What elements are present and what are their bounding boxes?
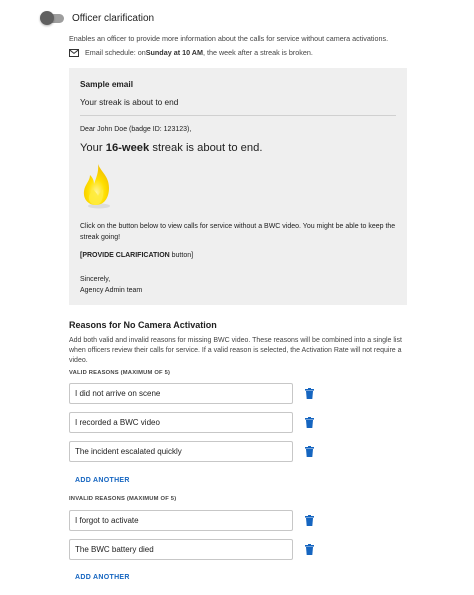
email-schedule-prefix: Email schedule: on xyxy=(85,48,146,57)
email-schedule-suffix: , the week after a streak is broken. xyxy=(202,48,313,57)
valid-reason-row xyxy=(69,441,314,462)
trash-icon xyxy=(304,417,314,428)
trash-icon xyxy=(304,388,314,399)
email-schedule: Email schedule: on Sunday at 10 AM, the … xyxy=(69,48,313,57)
delete-valid-reason-button[interactable] xyxy=(304,388,314,400)
button-placeholder-bold: [PROVIDE CLARIFICATION xyxy=(80,252,170,259)
add-invalid-reason-button[interactable]: ADD ANOTHER xyxy=(75,574,130,581)
delete-valid-reason-button[interactable] xyxy=(304,446,314,458)
sample-email-button-placeholder: [PROVIDE CLARIFICATION button] xyxy=(80,252,193,259)
add-valid-reason-button[interactable]: ADD ANOTHER xyxy=(75,477,130,484)
delete-invalid-reason-button[interactable] xyxy=(304,515,314,527)
valid-reason-row xyxy=(69,383,314,404)
sample-email-streak-heading: Your 16-week streak is about to end. xyxy=(80,142,262,154)
sample-email-title: Sample email xyxy=(80,79,134,89)
valid-reasons-label: VALID REASONS (MAXIMUM OF 5) xyxy=(69,370,171,376)
invalid-reason-input[interactable] xyxy=(69,510,293,531)
invalid-reasons-label: INVALID REASONS (MAXIMUM OF 5) xyxy=(69,496,177,502)
flame-icon xyxy=(83,164,110,209)
valid-reason-input[interactable] xyxy=(69,383,293,404)
sample-email-body: Click on the button below to view calls … xyxy=(80,223,396,241)
officer-clarification-toggle[interactable] xyxy=(40,11,64,25)
feature-description: Enables an officer to provide more infor… xyxy=(69,34,389,43)
toggle-label: Officer clarification xyxy=(72,12,155,24)
sample-email-subject: Your streak is about to end xyxy=(80,97,179,107)
button-placeholder-suffix: button] xyxy=(169,252,194,259)
valid-reason-input[interactable] xyxy=(69,441,293,462)
delete-valid-reason-button[interactable] xyxy=(304,417,314,429)
invalid-reason-row xyxy=(69,510,314,531)
trash-icon xyxy=(304,544,314,555)
trash-icon xyxy=(304,446,314,457)
trash-icon xyxy=(304,515,314,526)
reasons-title: Reasons for No Camera Activation xyxy=(69,320,217,330)
streak-suffix: streak is about to end. xyxy=(149,142,263,154)
envelope-icon xyxy=(69,48,79,57)
valid-reason-input[interactable] xyxy=(69,412,293,433)
streak-prefix: Your xyxy=(80,142,106,154)
invalid-reason-row xyxy=(69,539,314,560)
sample-email-signoff: Sincerely, xyxy=(80,276,111,283)
sample-email-greeting: Dear John Doe (badge ID: 123123), xyxy=(80,126,192,133)
toggle-thumb xyxy=(40,11,54,25)
invalid-reason-input[interactable] xyxy=(69,539,293,560)
officer-clarification-toggle-row: Officer clarification xyxy=(40,11,154,25)
sample-email-panel: Sample email Your streak is about to end… xyxy=(69,68,407,305)
reasons-description: Add both valid and invalid reasons for m… xyxy=(69,337,402,364)
email-schedule-day-time: Sunday at 10 AM xyxy=(145,48,203,57)
sample-email-divider xyxy=(80,115,396,116)
delete-invalid-reason-button[interactable] xyxy=(304,544,314,556)
sample-email-signature: Agency Admin team xyxy=(80,287,143,294)
valid-reason-row xyxy=(69,412,314,433)
streak-weeks: 16-week xyxy=(105,142,150,154)
